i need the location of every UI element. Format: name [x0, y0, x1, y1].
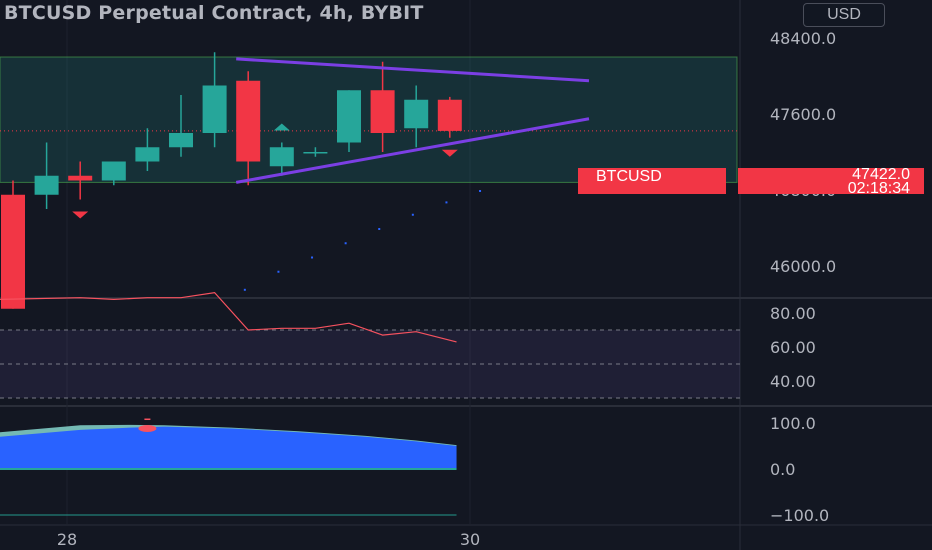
oscillator-main-area: [0, 426, 457, 469]
candle-body: [404, 99, 429, 129]
chart-canvas: 50000.049200.048400.047600.046800.046000…: [0, 0, 932, 550]
candle-body: [437, 99, 462, 131]
oscillator-axis-label: −100.0: [770, 506, 829, 525]
candle-body: [236, 80, 261, 162]
trailing-stop-dot: [445, 201, 448, 204]
trailing-stop-dot: [311, 256, 314, 259]
candle-body: [1, 194, 25, 309]
candle-body: [135, 147, 160, 162]
candle-body: [169, 133, 193, 148]
oscillator-axis-label: 100.0: [770, 414, 816, 433]
price-axis-label: 46000.0: [770, 257, 836, 276]
last-price-tag: BTCUSD 47422.0 02:18:34: [578, 167, 924, 197]
oscillator-signal-dash: [144, 418, 151, 421]
candle-body: [269, 147, 294, 167]
candle-body: [202, 85, 227, 133]
rsi-axis-label: 60.00: [770, 338, 816, 357]
time-axis-label: 30: [460, 530, 480, 549]
trailing-stop-dot: [378, 228, 381, 230]
bar-countdown: 02:18:34: [847, 180, 910, 197]
trailing-stop-dot: [243, 288, 246, 291]
price-axis-label: 48400.0: [770, 29, 836, 48]
price-value-box: 47422.0 02:18:34: [738, 167, 924, 197]
candle-body: [34, 175, 59, 195]
time-axis-label: 28: [57, 530, 77, 549]
candle-body: [303, 152, 328, 154]
candle-body: [68, 175, 93, 181]
currency-selector[interactable]: USD: [803, 3, 885, 27]
candle-body: [337, 90, 361, 143]
oscillator-axis-label: 0.0: [770, 460, 795, 479]
chart-title: BTCUSD Perpetual Contract, 4h, BYBIT: [4, 2, 424, 24]
trailing-stop-dot: [277, 270, 280, 273]
candle-body: [370, 90, 395, 133]
trailing-stop-dot: [479, 190, 482, 192]
candle-body: [101, 161, 126, 181]
trailing-stop-dot: [344, 242, 347, 245]
oscillator-signal-marker: [138, 425, 157, 433]
rsi-axis-label: 80.00: [770, 304, 816, 323]
sell-signal-arrow: [72, 211, 89, 219]
price-axis-label: 47600.0: [770, 105, 836, 124]
rsi-axis-label: 40.00: [770, 372, 816, 391]
trailing-stop-dot: [411, 213, 414, 216]
symbol-tag: BTCUSD: [578, 168, 726, 194]
